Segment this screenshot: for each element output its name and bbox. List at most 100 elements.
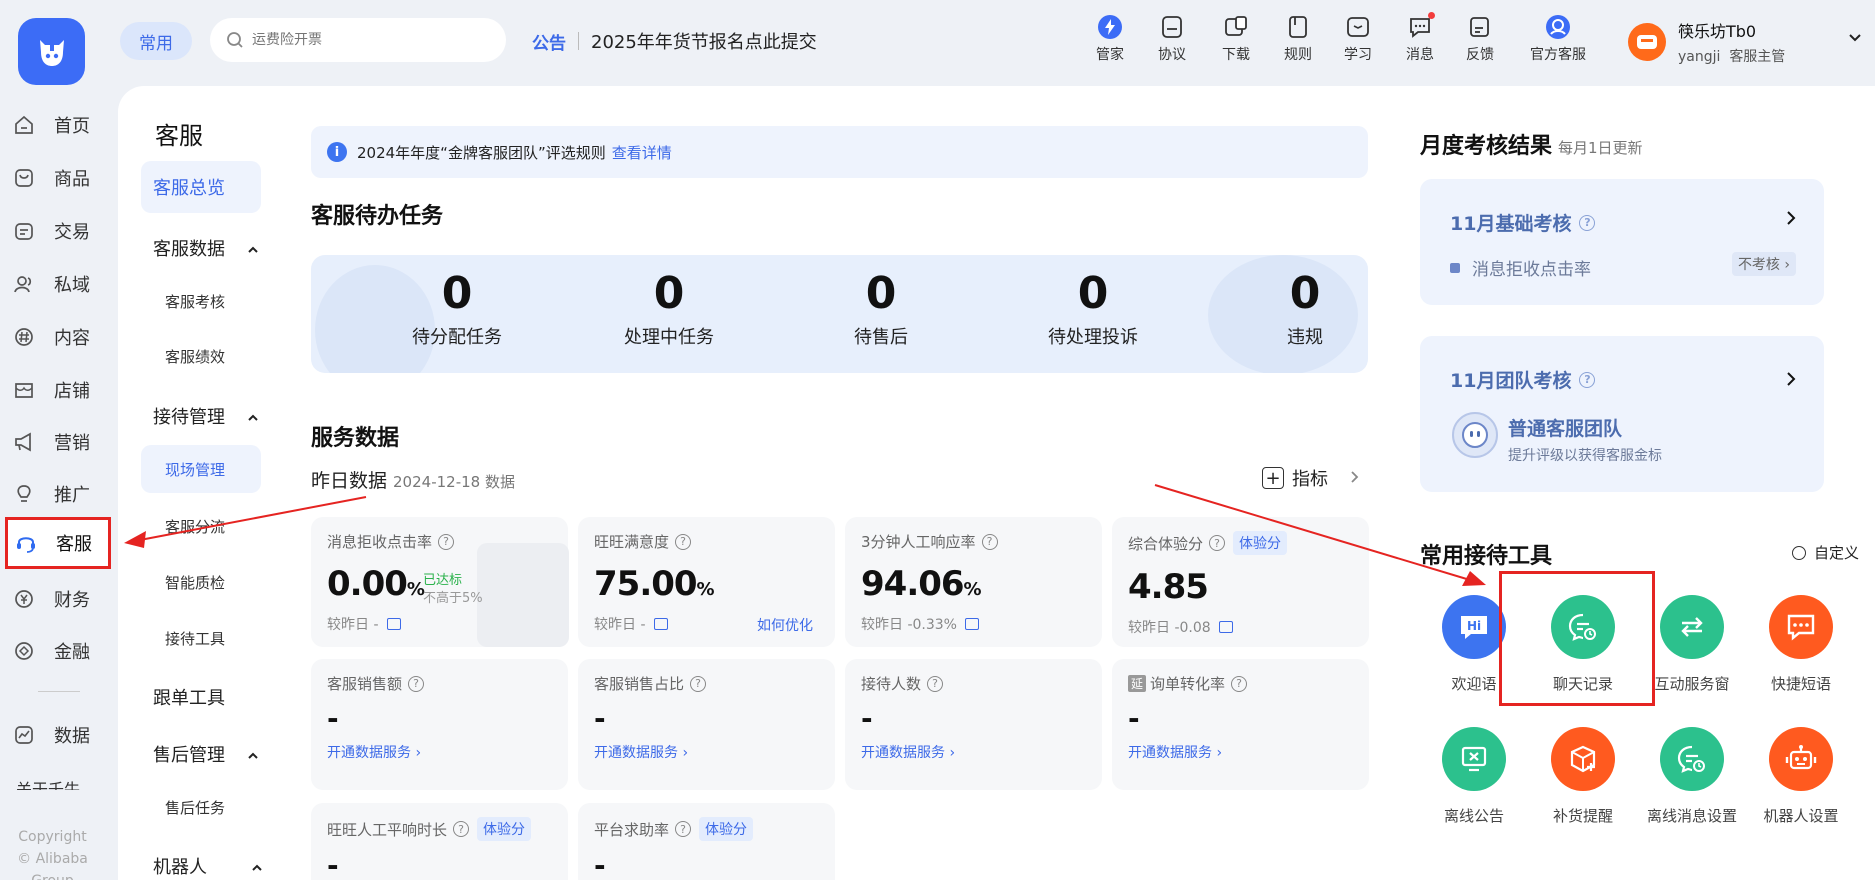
sidebar-item-trade[interactable]: 交易 [0,209,118,253]
open-data-service-link[interactable]: 开通数据服务 › [594,742,819,762]
todo-value: 0 [865,268,897,319]
sidebar-item-shop[interactable]: 店铺 [0,368,118,412]
search-input[interactable] [252,32,472,48]
stat-card-help-rate[interactable]: 平台求助率? 体验分 - [578,803,835,880]
subnav-item-aftersale-task[interactable]: 售后任务 [141,783,261,831]
user-account: yangji [1678,49,1721,65]
topnav-xuexi[interactable]: 学习 [1344,14,1372,70]
stat-card-satisfaction[interactable]: 旺旺满意度? 75.00% 较昨日 - 如何优化 [578,517,835,647]
todo-label: 处理中任务 [624,327,714,348]
subnav-item-quality[interactable]: 智能质检 [141,558,261,606]
topnav-xiaoxi[interactable]: 消息 [1406,12,1435,70]
common-button[interactable]: 常用 [120,22,192,60]
help-icon[interactable]: ? [1209,535,1226,551]
help-icon[interactable]: ? [1579,371,1596,388]
stat-card-sales-share[interactable]: 客服销售占比? - 开通数据服务 › [578,659,835,790]
tool-restock-reminder[interactable]: 补货提醒 [1527,727,1639,826]
banner-link[interactable]: 查看详情 [612,142,672,163]
restock-icon [1551,727,1615,791]
app-logo[interactable] [18,18,85,85]
about-link[interactable]: 关于千牛 [16,776,80,790]
help-icon[interactable]: ? [438,533,455,550]
sidebar-item-goods[interactable]: 商品 [0,156,118,200]
user-menu[interactable]: 筷乐坊Tb0 yangji 客服主管 [1628,18,1861,66]
tool-quick-phrases[interactable]: 快捷短语 [1745,595,1857,694]
tool-offline-notice[interactable]: 离线公告 [1418,727,1530,826]
topnav-official-service[interactable]: 官方客服 [1530,14,1586,70]
help-icon[interactable]: ? [1579,214,1596,231]
subnav-item-tools[interactable]: 接待工具 [141,614,261,662]
subnav-group-data[interactable]: 客服数据 [153,235,259,261]
search-box[interactable] [210,18,506,62]
todo-complaints[interactable]: 0 待处理投诉 [1013,269,1173,349]
todo-unassigned[interactable]: 0 待分配任务 [377,269,537,349]
subnav-overview[interactable]: 客服总览 [141,161,261,213]
trend-icon[interactable] [1218,621,1233,633]
open-data-service-link[interactable]: 开通数据服务 › [861,742,1086,762]
card-value-number: 75.00 [594,564,698,604]
announcement-text[interactable]: 2025年年货节报名点此提交 [591,28,817,54]
sidebar-item-private[interactable]: 私域 [0,262,118,306]
subnav-group-aftersale[interactable]: 售后管理 [153,741,259,767]
sidebar-item-data[interactable]: 数据 [0,713,118,757]
sidebar-item-customer-service[interactable]: 客服 [5,517,111,569]
sidebar-item-home[interactable]: 首页 [0,103,118,147]
tool-robot-settings[interactable]: 机器人设置 [1745,727,1857,826]
help-icon[interactable]: ? [1231,675,1248,692]
stat-card-experience[interactable]: 综合体验分? 体验分 4.85 较昨日 -0.08 [1112,517,1369,647]
customize-button[interactable]: 自定义 [1792,542,1859,563]
help-icon[interactable]: ? [453,821,470,837]
todo-processing[interactable]: 0 处理中任务 [589,269,749,349]
content-icon [12,325,36,349]
topnav-xieyi[interactable]: 协议 [1158,14,1186,70]
help-icon[interactable]: ? [408,675,425,692]
sidebar-item-finance[interactable]: 财务 [0,577,118,621]
team-assessment-card[interactable]: 11月团队考核? 普通客服团队 提升评级以获得客服金标 [1420,336,1824,492]
chevron-down-icon[interactable] [1848,28,1862,47]
subnav-tracking[interactable]: 跟单工具 [153,684,225,710]
announcement-bar[interactable]: 公告 2025年年货节报名点此提交 [532,28,817,54]
todo-aftersale[interactable]: 0 待售后 [801,269,961,349]
topnav-guize[interactable]: 规则 [1284,14,1312,70]
sidebar-item-promotion[interactable]: 推广 [0,472,118,516]
tool-offline-message-settings[interactable]: 离线消息设置 [1636,727,1748,826]
stat-card-visitors[interactable]: 接待人数? - 开通数据服务 › [845,659,1102,790]
metric-button[interactable]: + 指标 [1262,465,1359,491]
topnav-fankui[interactable]: 反馈 [1466,14,1494,70]
basic-assessment-card[interactable]: 11月基础考核? 消息拒收点击率 不考核 › [1420,179,1824,305]
sidebar-item-marketing[interactable]: 营销 [0,420,118,464]
trend-icon[interactable] [653,618,668,630]
help-icon[interactable]: ? [675,533,692,550]
trend-icon[interactable] [386,618,401,630]
tool-label: 离线消息设置 [1646,807,1737,825]
info-icon: i [327,142,347,162]
subnav-item-distribution[interactable]: 客服分流 [141,502,261,550]
open-data-service-link[interactable]: 开通数据服务 › [327,742,552,762]
subnav-group-robot[interactable]: 机器人 [153,853,263,879]
sidebar-item-content[interactable]: 内容 [0,315,118,359]
topnav-guanjia[interactable]: 管家 [1096,14,1124,70]
chevron-right-icon[interactable] [1786,207,1796,231]
todo-violations[interactable]: 0 违规 [1225,269,1368,349]
stat-card-avg-response[interactable]: 旺旺人工平响时长? 体验分 - [311,803,568,880]
subnav-item-assessment[interactable]: 客服考核 [141,277,261,325]
help-icon[interactable]: ? [927,675,944,692]
trend-icon[interactable] [964,618,979,630]
help-icon[interactable]: ? [690,675,707,692]
sidebar-item-banking[interactable]: 金融 [0,629,118,673]
bulb-icon [12,482,36,506]
help-icon[interactable]: ? [981,533,998,550]
subnav-item-performance[interactable]: 客服绩效 [141,332,261,380]
open-data-service-link[interactable]: 开通数据服务 › [1128,742,1353,762]
topnav-xiazai[interactable]: 下载 [1222,14,1250,70]
optimize-link[interactable]: 如何优化 [757,615,813,635]
not-assessed-tag[interactable]: 不考核 › [1731,252,1796,276]
stat-card-sales[interactable]: 客服销售额? - 开通数据服务 › [311,659,568,790]
stat-card-conversion[interactable]: 延询单转化率? - 开通数据服务 › [1112,659,1369,790]
stat-card-reject-rate[interactable]: 消息拒收点击率? 0.00% 已达标 不高于5% 较昨日 - [311,517,569,647]
stat-card-response-rate[interactable]: 3分钟人工响应率? 94.06% 较昨日 -0.33% [845,517,1102,647]
help-icon[interactable]: ? [675,821,692,837]
subnav-group-reception[interactable]: 接待管理 [153,403,259,429]
subnav-item-onsite[interactable]: 现场管理 [141,445,261,493]
chevron-right-icon[interactable] [1786,368,1796,392]
